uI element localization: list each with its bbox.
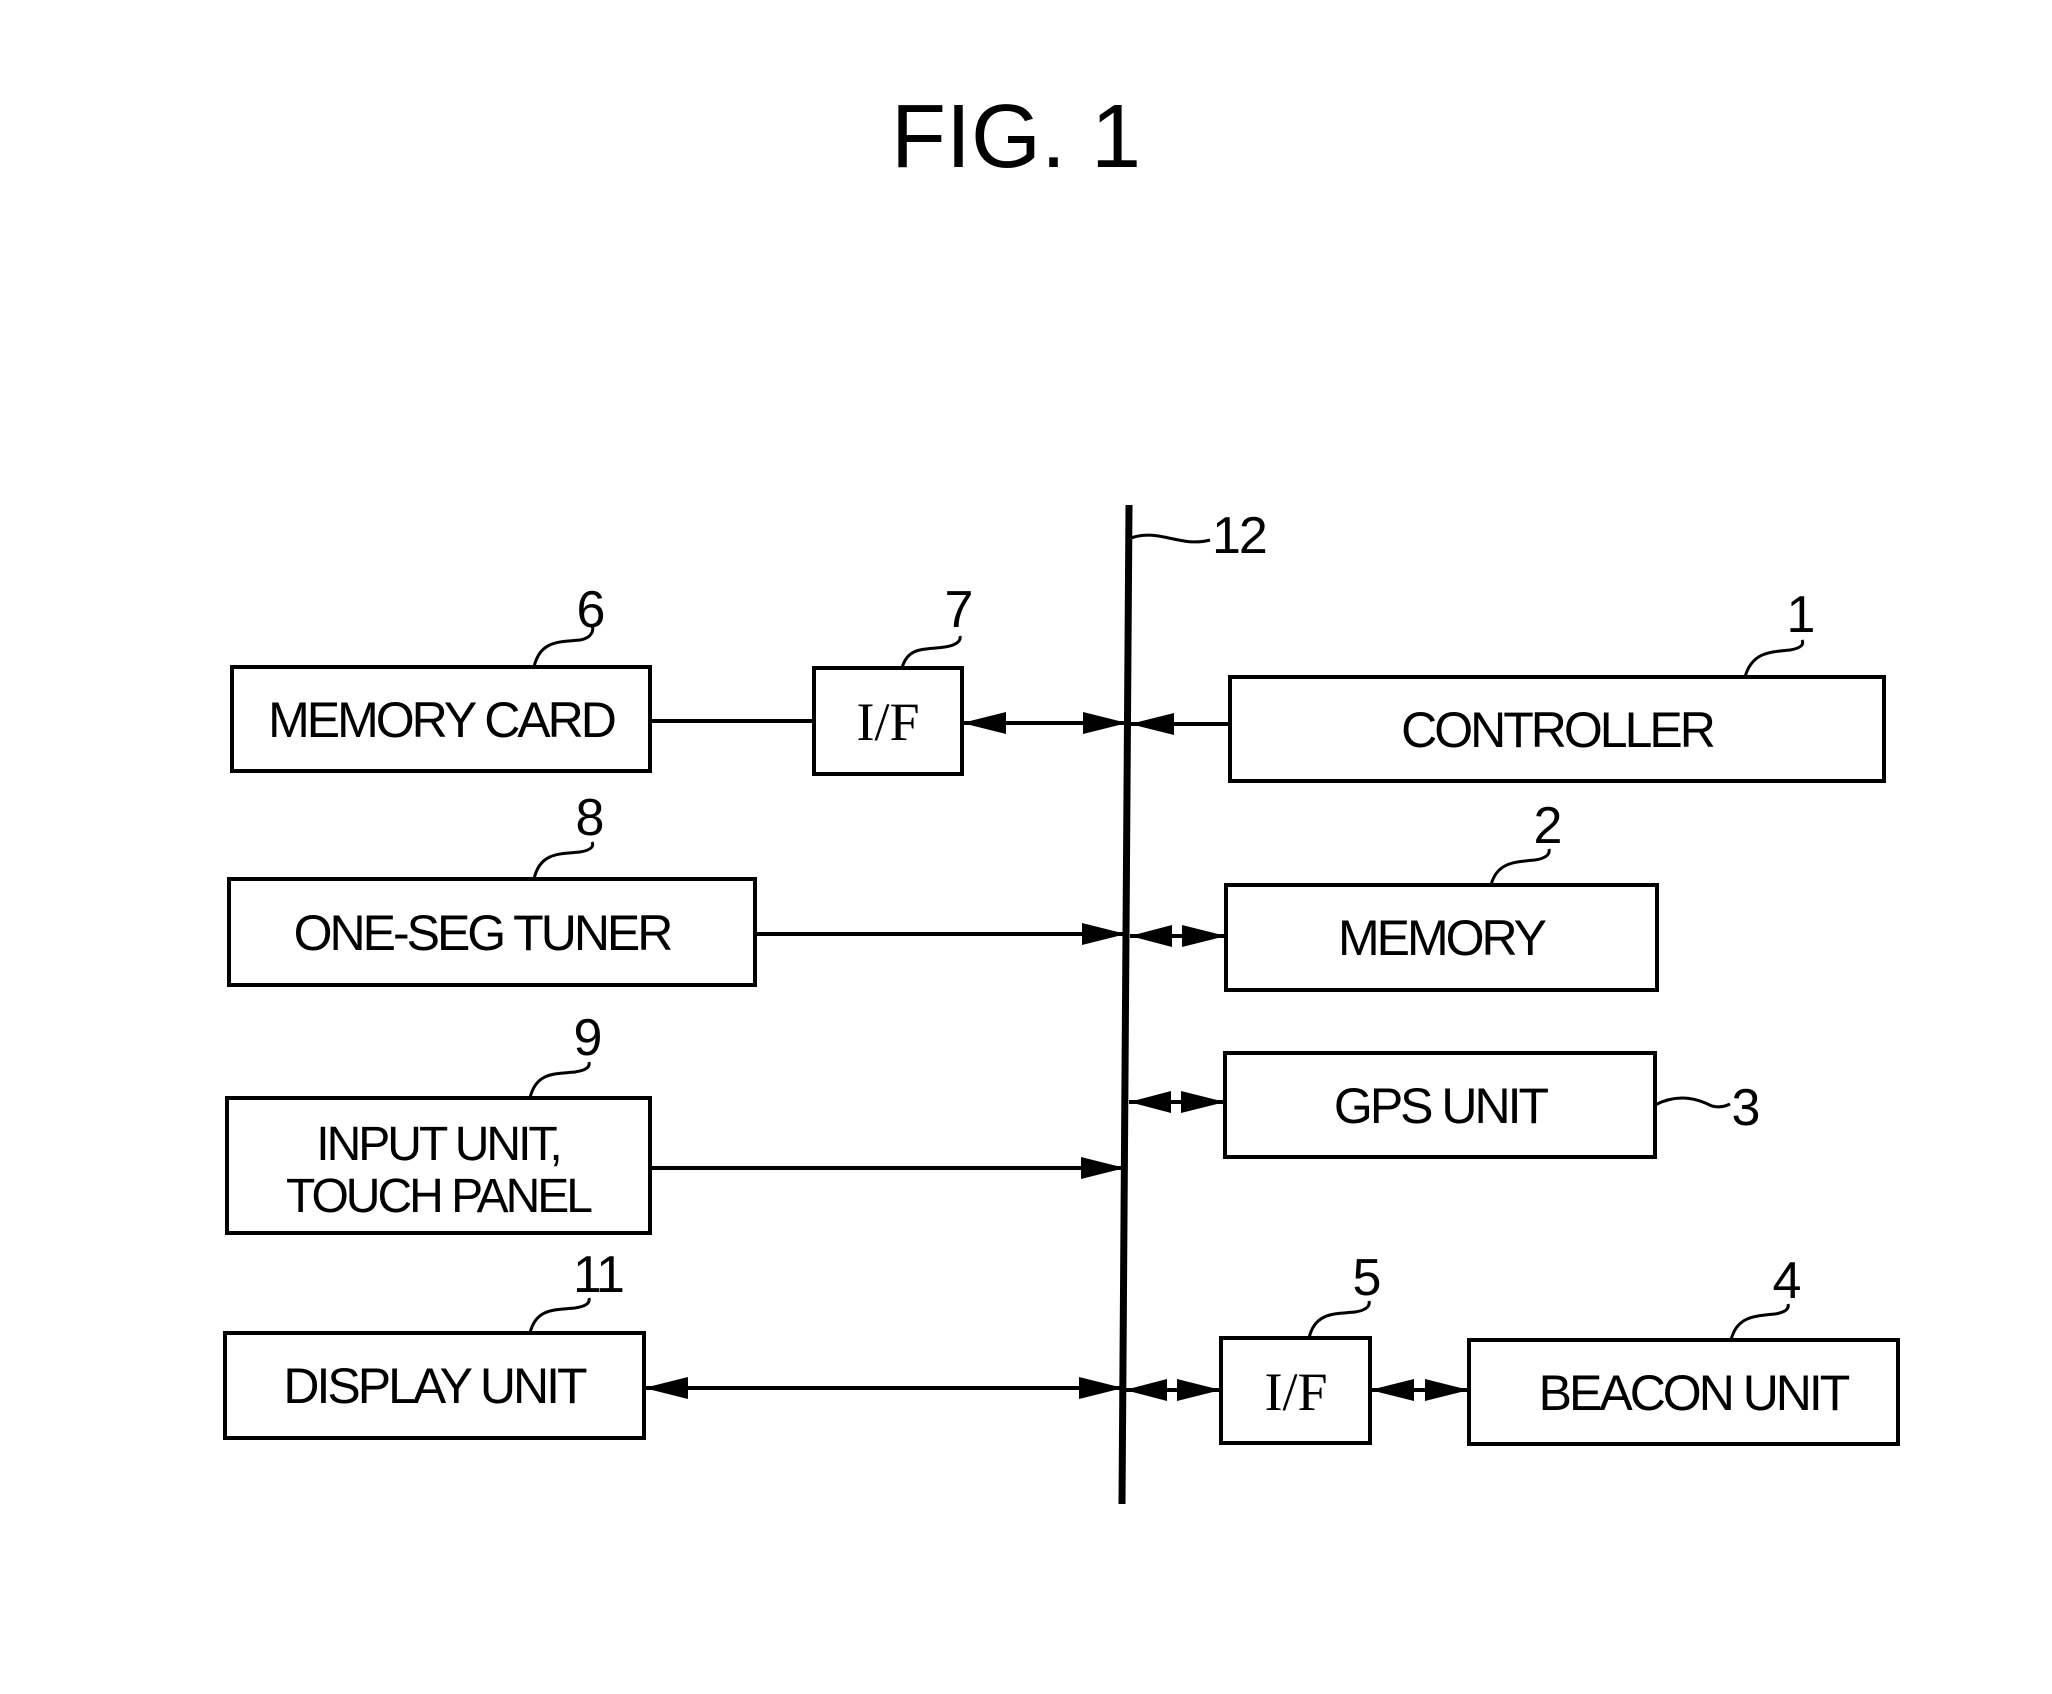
- arrowhead-right: [1079, 1377, 1123, 1399]
- input-unit-ref-number: 9: [574, 1009, 601, 1067]
- arrowhead-right: [1081, 1157, 1125, 1179]
- bus-ref-number: 12: [1212, 507, 1266, 565]
- block-gps-unit: GPS UNIT 3: [1223, 1051, 1761, 1159]
- gps-unit-ref-leader: [1654, 1096, 1731, 1109]
- block-card-interface: I/F 7: [812, 581, 974, 776]
- gps-unit-label: GPS UNIT: [1334, 1078, 1549, 1134]
- arrowhead-left: [644, 1377, 688, 1399]
- input-unit-label-line2: TOUCH PANEL: [286, 1170, 592, 1223]
- block-memory-card: MEMORY CARD 6: [230, 581, 652, 773]
- arrowhead-left: [1370, 1379, 1414, 1401]
- card-interface-ref-leader: [900, 635, 962, 669]
- arrowhead-right: [1177, 1379, 1221, 1401]
- memory-card-ref-number: 6: [577, 581, 604, 639]
- arrowhead-right: [1425, 1379, 1469, 1401]
- block-one-seg-tuner: ONE-SEG TUNER 8: [227, 789, 757, 987]
- arrowhead-left: [962, 712, 1006, 734]
- one-seg-tuner-label: ONE-SEG TUNER: [294, 905, 672, 961]
- memory-card-label: MEMORY CARD: [268, 692, 615, 748]
- block-memory: MEMORY 2: [1224, 797, 1659, 992]
- arrowhead-left: [1125, 1379, 1167, 1401]
- block-display-unit: DISPLAY UNIT 11: [223, 1246, 646, 1440]
- block-input-unit: INPUT UNIT, TOUCH PANEL 9: [225, 1009, 652, 1235]
- beacon-interface-ref-number: 5: [1353, 1249, 1380, 1307]
- beacon-interface-label: I/F: [1264, 1362, 1327, 1422]
- memory-ref-number: 2: [1534, 797, 1561, 855]
- arrowhead-right: [1181, 1091, 1225, 1113]
- one-seg-tuner-ref-number: 8: [576, 789, 603, 847]
- arrowhead-right: [1082, 923, 1126, 945]
- beacon-unit-label: BEACON UNIT: [1539, 1365, 1850, 1421]
- block-diagram: FIG. 1 12 MEMORY CARD 6 I/F 7 CONTROLLER…: [223, 87, 1900, 1505]
- card-interface-label: I/F: [856, 692, 919, 752]
- controller-ref-number: 1: [1787, 586, 1814, 644]
- controller-ref-leader: [1743, 639, 1805, 678]
- display-unit-label: DISPLAY UNIT: [283, 1358, 587, 1414]
- input-unit-label-line1: INPUT UNIT,: [316, 1118, 559, 1171]
- block-beacon-interface: I/F 5: [1219, 1249, 1382, 1445]
- bus-ref-leader: [1130, 533, 1211, 544]
- display-unit-ref-number: 11: [573, 1246, 623, 1304]
- gps-unit-ref-number: 3: [1732, 1079, 1759, 1137]
- block-beacon-unit: BEACON UNIT 4: [1467, 1252, 1900, 1446]
- arrowhead-left: [1129, 1091, 1171, 1113]
- block-controller: CONTROLLER 1: [1228, 586, 1886, 783]
- figure-title: FIG. 1: [891, 87, 1141, 187]
- one-seg-tuner-ref-leader: [532, 841, 595, 880]
- beacon-unit-ref-number: 4: [1773, 1252, 1801, 1310]
- memory-label: MEMORY: [1338, 910, 1547, 966]
- bus-line: [1118, 504, 1133, 1505]
- arrowhead-left: [1130, 925, 1172, 947]
- controller-label: CONTROLLER: [1401, 702, 1714, 758]
- arrowhead-right: [1182, 925, 1226, 947]
- arrowhead-left: [1130, 713, 1174, 735]
- arrowhead-right: [1083, 712, 1127, 734]
- input-unit-ref-leader: [528, 1061, 591, 1099]
- card-interface-ref-number: 7: [945, 581, 972, 639]
